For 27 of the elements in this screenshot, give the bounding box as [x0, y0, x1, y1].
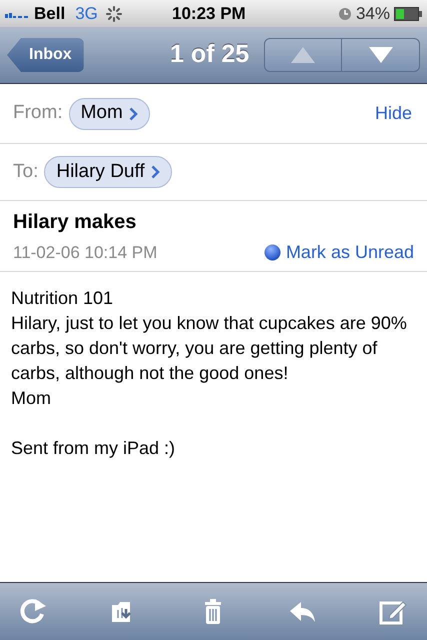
network-type: 3G	[75, 2, 98, 25]
clock: 10:23 PM	[172, 2, 246, 25]
chevron-icon	[150, 165, 160, 179]
body-paragraph: Hilary, just to let you know that cupcakes are 90% carbs, so don't worry, you are getting plenty of carbs, although not the good ones!	[11, 312, 408, 385]
unread-dot-icon	[264, 244, 281, 261]
battery-percentage: 34%	[356, 2, 390, 25]
spinner-icon	[106, 6, 122, 22]
alarm-icon	[338, 6, 352, 20]
mark-as-unread-button[interactable]: Mark as Unread	[264, 239, 414, 266]
email-subject: Hilary makes	[13, 210, 138, 235]
next-message-button[interactable]	[342, 38, 420, 72]
hide-link[interactable]: Hide	[374, 100, 414, 127]
from-label: From:	[13, 101, 63, 126]
down-arrow-icon	[368, 46, 394, 64]
recipient-chip[interactable]: Hilary Duff	[44, 156, 172, 188]
carrier-name: Bell	[34, 2, 66, 25]
body-paragraph: Nutrition 101	[11, 287, 114, 310]
to-label: To:	[13, 160, 38, 184]
recipient-chip[interactable]: Mom	[68, 98, 150, 130]
up-arrow-icon	[290, 46, 316, 64]
email-date: 11-02-06 10:14 PM	[13, 242, 158, 264]
body-paragraph: Sent from my iPad :)	[11, 437, 176, 460]
back-button[interactable]: Inbox	[7, 38, 84, 72]
battery-icon	[394, 6, 422, 20]
message-counter: 1 of 25	[170, 39, 250, 70]
chevron-icon	[128, 106, 138, 120]
body-paragraph: Mom	[11, 387, 52, 410]
